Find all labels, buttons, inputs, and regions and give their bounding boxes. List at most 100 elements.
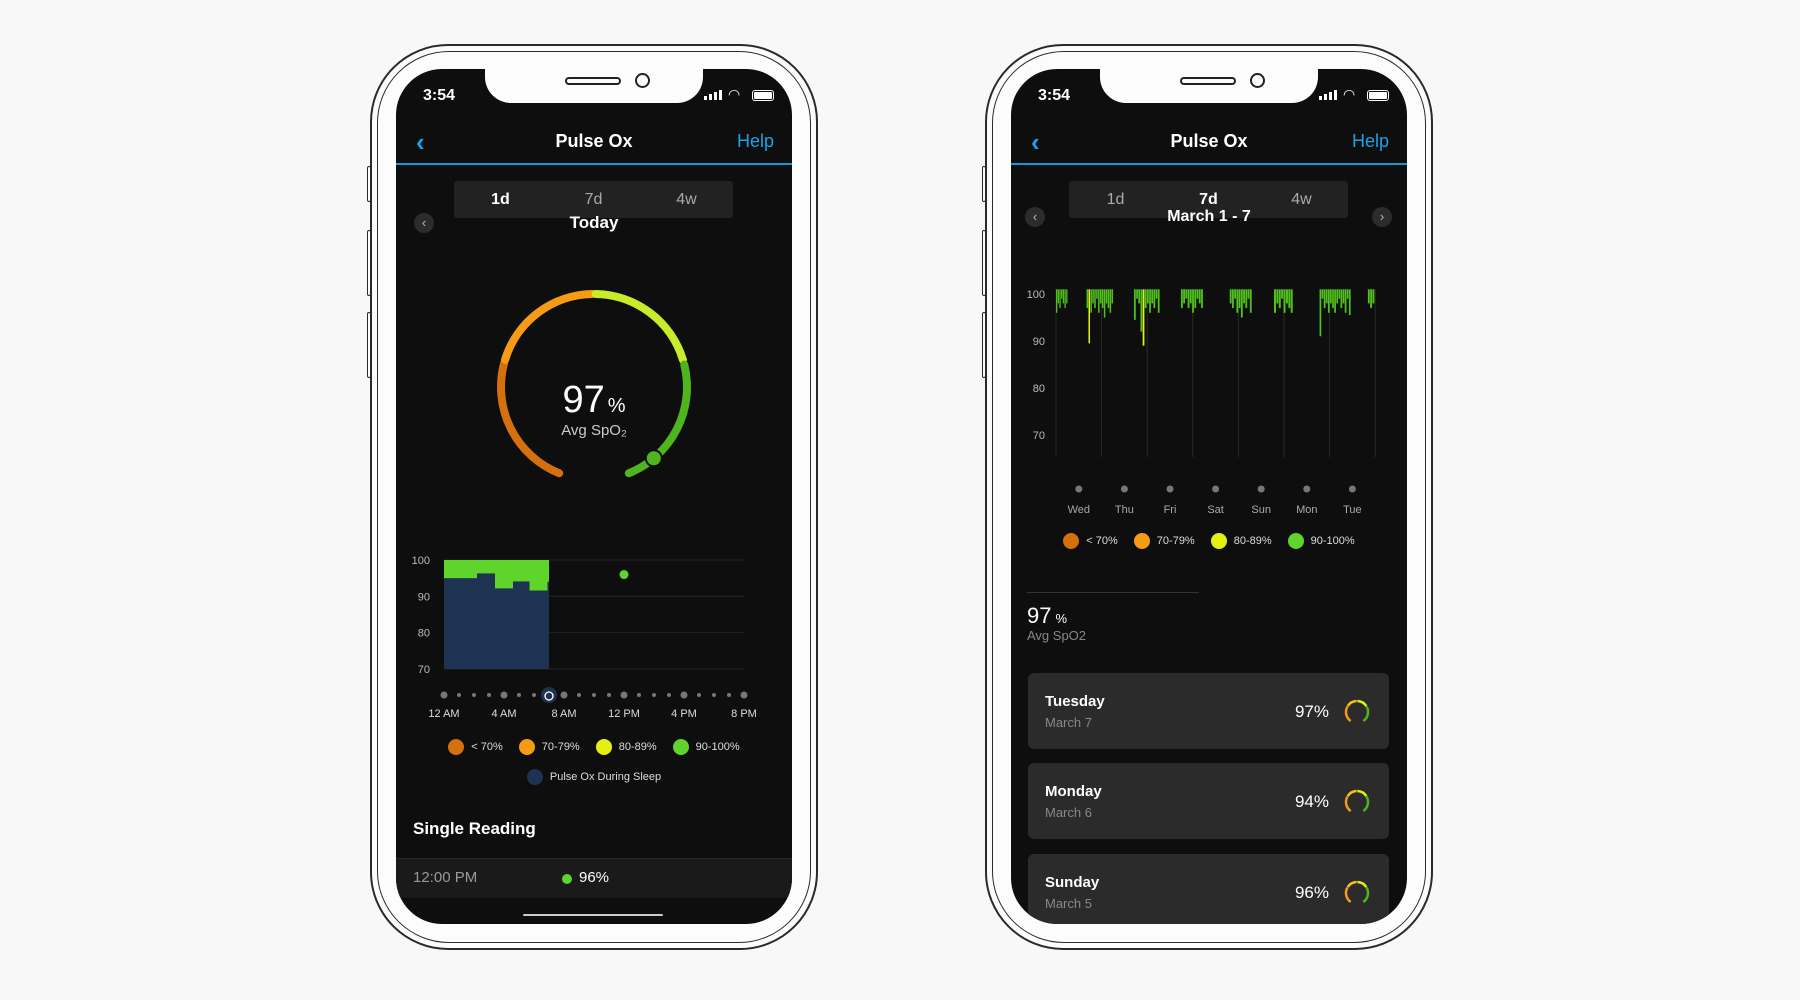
spo2-bar xyxy=(529,560,548,591)
time-dot xyxy=(517,693,521,697)
range-legend: < 70% 70-79% 80-89% 90-100% xyxy=(396,739,792,755)
section-title: Single Reading xyxy=(413,819,536,838)
spo2-bar xyxy=(1146,289,1149,304)
mini-gauge-segment xyxy=(1357,880,1368,888)
gauge-segment-70-79 xyxy=(501,290,597,364)
y-tick-label: 70 xyxy=(1033,430,1045,442)
help-link[interactable]: Help xyxy=(1352,131,1389,152)
weekly-spo2-chart: 100 90 80 70 Wed Thu Fri Sat Sun Mon Tue xyxy=(1027,289,1376,516)
time-dot xyxy=(637,693,641,697)
spo2-bar xyxy=(1231,289,1234,309)
spo2-bar xyxy=(495,560,513,589)
legend-dot xyxy=(672,739,689,755)
spo2-bar xyxy=(1066,289,1068,304)
legend-dot xyxy=(526,769,543,785)
time-dot xyxy=(680,691,688,699)
legend-lt70: < 70% xyxy=(1063,533,1118,549)
y-tick-label: 80 xyxy=(1033,383,1045,395)
day-card[interactable]: Monday March 6 94% xyxy=(1028,763,1389,839)
time-dot xyxy=(712,693,716,697)
spo2-bar xyxy=(1281,289,1284,299)
spo2-bar xyxy=(1336,289,1339,304)
mini-gauge-icon xyxy=(1344,789,1370,813)
mini-gauge-segment xyxy=(1362,795,1370,813)
camera xyxy=(635,73,650,88)
spo2-bar xyxy=(1155,289,1158,299)
avg-value: 97 xyxy=(1027,603,1052,628)
day-name: Sunday xyxy=(1045,874,1100,891)
legend-label: 80-89% xyxy=(618,741,657,753)
reading-status-dot xyxy=(562,874,572,884)
x-tick-label: 12 AM xyxy=(428,708,459,720)
wifi-icon: ◠ xyxy=(728,86,741,102)
spo2-bar xyxy=(1064,289,1066,309)
spo2-bar xyxy=(1334,289,1336,313)
spo2-bar xyxy=(1330,289,1332,304)
spo2-bar xyxy=(1096,289,1098,299)
spo2-bar xyxy=(1198,289,1201,304)
home-indicator[interactable] xyxy=(523,914,663,916)
y-tick-label: 90 xyxy=(418,591,430,603)
x-tick-label: Mon xyxy=(1296,504,1317,516)
mini-gauge-segment xyxy=(1344,886,1352,904)
spo2-bar xyxy=(1238,289,1241,309)
spo2-bar xyxy=(1236,289,1239,313)
mini-gauge-segment xyxy=(1362,886,1370,904)
mini-gauge-segment xyxy=(1346,880,1357,888)
spo2-bar xyxy=(1107,289,1110,309)
spo2-bar xyxy=(1151,289,1154,304)
spo2-bar xyxy=(513,560,530,582)
legend-70-79: 70-79% xyxy=(518,739,580,755)
volume-down-button xyxy=(367,312,371,378)
day-dot xyxy=(1212,485,1220,493)
day-dot xyxy=(1166,485,1174,493)
x-tick-label: 8 PM xyxy=(731,708,757,720)
signal-icon xyxy=(1319,90,1337,100)
day-value: 96% xyxy=(1294,883,1329,902)
x-tick-label: 8 AM xyxy=(551,708,576,720)
gauge-marker xyxy=(644,449,663,468)
spo2-bar xyxy=(1243,289,1245,304)
help-link[interactable]: Help xyxy=(737,131,774,152)
spo2-bar xyxy=(1249,289,1252,313)
spo2-bar xyxy=(1370,289,1373,309)
reading-row[interactable]: 12:00 PM 96% xyxy=(396,858,792,898)
spo2-bar xyxy=(1346,289,1349,299)
day-dot xyxy=(1303,485,1311,493)
spo2-bar xyxy=(1133,289,1136,320)
day-value: 97% xyxy=(1294,702,1329,721)
spo2-bar xyxy=(1086,289,1089,309)
spo2-bar xyxy=(1101,289,1104,309)
day-card[interactable]: Tuesday March 7 97% xyxy=(1028,673,1389,749)
wifi-icon: ◠ xyxy=(1343,86,1356,102)
gauge-label: Avg SpO₂ xyxy=(561,422,627,439)
spo2-bar xyxy=(1157,289,1160,313)
spo2-bar xyxy=(1325,289,1328,304)
reading-value: 96% xyxy=(579,869,610,886)
spo2-bar xyxy=(1111,289,1114,304)
spo2-bar xyxy=(1192,289,1194,313)
spo2-bar xyxy=(1290,289,1293,313)
time-dot xyxy=(740,691,748,699)
notch xyxy=(1100,69,1318,103)
day-dot xyxy=(1257,485,1265,493)
legend-dot xyxy=(1063,533,1080,549)
day-date: March 6 xyxy=(1045,805,1092,820)
spo2-bar xyxy=(1234,289,1237,299)
spo2-bar xyxy=(1194,289,1197,309)
y-tick-label: 90 xyxy=(1033,336,1045,348)
day-card[interactable]: Sunday March 5 96% xyxy=(1028,854,1389,924)
summary-label: Avg SpO2 xyxy=(1027,628,1087,643)
time-dot xyxy=(697,693,701,697)
y-tick-label: 100 xyxy=(1027,289,1045,301)
time-dot xyxy=(500,691,508,699)
legend-label: 80-89% xyxy=(1233,535,1272,547)
mini-gauge-segment xyxy=(1346,699,1357,707)
status-time: 3:54 xyxy=(1038,87,1071,104)
y-tick-label: 70 xyxy=(418,664,430,676)
spo2-bar xyxy=(1061,289,1063,299)
period-label: Today xyxy=(569,213,619,232)
time-dot xyxy=(652,693,656,697)
spo2-bar xyxy=(1189,289,1192,304)
spo2-bar xyxy=(1057,289,1059,304)
